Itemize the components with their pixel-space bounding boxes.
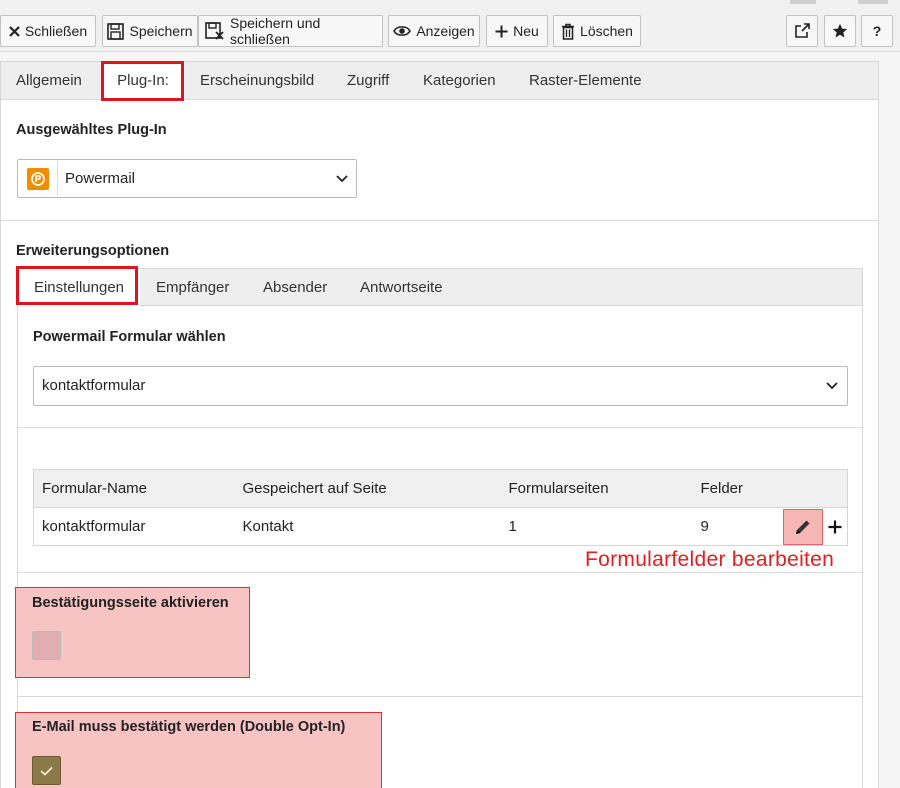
- bookmark-button[interactable]: [824, 15, 856, 47]
- column-header: Gespeichert auf Seite: [234, 469, 501, 508]
- column-header: Formular-Name: [33, 469, 235, 508]
- table-cell: Kontakt: [234, 507, 501, 546]
- table-cell: 1: [500, 507, 693, 546]
- help-icon: ?: [872, 23, 882, 39]
- checkmark-icon: [40, 766, 53, 776]
- extension-tabbar: Einstellungen Empfänger Absender Antwort…: [18, 269, 862, 307]
- double-optin-field: E-Mail muss bestätigt werden (Double Opt…: [15, 712, 382, 788]
- plugin-select-value: Powermail: [65, 170, 136, 187]
- plus-icon: [828, 520, 842, 534]
- delete-button[interactable]: Löschen: [553, 15, 641, 47]
- new-button[interactable]: Neu: [486, 15, 548, 47]
- tab-absender[interactable]: Absender: [263, 269, 327, 306]
- chevron-down-icon: [826, 382, 838, 390]
- external-link-icon: [795, 23, 810, 38]
- tab-zugriff[interactable]: Zugriff: [347, 62, 389, 100]
- column-header: Formularseiten: [500, 469, 693, 508]
- tab-empfaenger[interactable]: Empfänger: [156, 269, 229, 306]
- column-header: Felder: [692, 469, 848, 508]
- edit-fields-annotation: Formularfelder bearbeiten: [585, 548, 835, 571]
- close-icon: [9, 25, 20, 37]
- chevron-down-icon: [336, 175, 348, 183]
- confirmation-page-label: Bestätigungsseite aktivieren: [32, 595, 229, 611]
- form-select-value: kontaktformular: [42, 377, 146, 394]
- help-button[interactable]: ?: [861, 15, 893, 47]
- view-button[interactable]: Anzeigen: [388, 15, 480, 47]
- content-panel: Allgemein Plug-In: Erscheinungsbild Zugr…: [0, 61, 879, 788]
- plugin-select[interactable]: Powermail: [17, 159, 357, 198]
- trash-icon: [562, 23, 575, 40]
- forms-table: Formular-Name Gespeichert auf Seite Form…: [33, 469, 848, 546]
- powermail-icon-cell: [18, 160, 58, 197]
- section-divider: [18, 572, 862, 573]
- save-close-button-label: Speichern und schließen: [230, 15, 321, 47]
- double-optin-checkbox[interactable]: [32, 756, 61, 785]
- save-close-icon: [205, 22, 224, 40]
- form-select[interactable]: kontaktformular: [33, 366, 848, 406]
- edit-form-fields-button[interactable]: [783, 509, 823, 545]
- confirmation-page-checkbox[interactable]: [32, 631, 61, 660]
- save-close-button[interactable]: Speichern und schließen: [198, 15, 383, 47]
- open-new-window-button[interactable]: [786, 15, 818, 47]
- form-select-title: Powermail Formular wählen: [33, 329, 226, 345]
- eye-icon: [393, 26, 412, 36]
- tab-plugin[interactable]: Plug-In:: [101, 62, 185, 101]
- save-button[interactable]: Speichern: [102, 15, 198, 47]
- close-button[interactable]: Schließen: [0, 15, 96, 47]
- selected-plugin-title: Ausgewähltes Plug-In: [16, 122, 167, 138]
- section-divider: [18, 696, 862, 697]
- save-button-label: Speichern: [129, 23, 193, 39]
- toolbar-top-sliver: [858, 0, 888, 4]
- extension-options-title: Erweiterungsoptionen: [16, 243, 170, 259]
- close-button-label: Schließen: [24, 23, 88, 39]
- tab-kategorien[interactable]: Kategorien: [423, 62, 496, 100]
- confirmation-page-field: Bestätigungsseite aktivieren: [15, 587, 250, 678]
- table-cell: kontaktformular: [33, 507, 235, 546]
- powermail-icon: [26, 167, 49, 190]
- section-divider: [1, 220, 878, 221]
- scrollbar-track[interactable]: [879, 52, 900, 788]
- save-icon: [107, 22, 125, 40]
- tab-raster-elemente[interactable]: Raster-Elemente: [529, 62, 642, 100]
- tab-erscheinungsbild[interactable]: Erscheinungsbild: [200, 62, 314, 100]
- plus-icon: [495, 25, 508, 37]
- double-optin-label: E-Mail muss bestätigt werden (Double Opt…: [32, 719, 346, 735]
- delete-button-label: Löschen: [580, 23, 633, 39]
- star-icon: [832, 23, 848, 38]
- new-button-label: Neu: [513, 23, 539, 39]
- tab-allgemein[interactable]: Allgemein: [16, 62, 82, 100]
- view-button-label: Anzeigen: [416, 23, 475, 39]
- pencil-icon: [796, 520, 810, 534]
- toolbar-top-sliver: [790, 0, 816, 4]
- toolbar: Schließen Speichern Speichern und schlie…: [0, 0, 900, 52]
- extension-options-panel: Einstellungen Empfänger Absender Antwort…: [17, 268, 863, 788]
- add-form-button[interactable]: [823, 513, 847, 541]
- table-header-row: Formular-Name Gespeichert auf Seite Form…: [33, 469, 848, 508]
- section-divider: [18, 427, 862, 428]
- tab-antwortseite[interactable]: Antwortseite: [360, 269, 443, 306]
- table-row: kontaktformular Kontakt 1 9: [33, 507, 848, 546]
- main-tabbar: Allgemein Plug-In: Erscheinungsbild Zugr…: [1, 62, 878, 101]
- tab-einstellungen[interactable]: Einstellungen: [18, 269, 140, 307]
